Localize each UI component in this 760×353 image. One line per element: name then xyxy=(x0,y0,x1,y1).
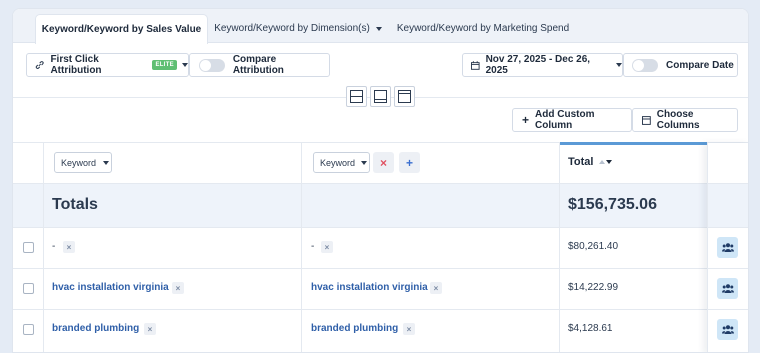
tab-sales-value[interactable]: Keyword/Keyword by Sales Value xyxy=(35,14,208,44)
chevron-down-icon xyxy=(616,63,622,67)
col1-dimension-select[interactable]: Keyword xyxy=(54,152,112,173)
add-custom-column-button[interactable]: + Add Custom Column xyxy=(512,108,632,132)
add-custom-column-label: Add Custom Column xyxy=(535,109,595,131)
totals-label: Totals xyxy=(52,196,98,213)
remove-column-button[interactable]: × xyxy=(373,152,394,173)
close-icon: × xyxy=(175,283,181,293)
layout-switcher xyxy=(346,86,415,107)
remove-filter-button[interactable]: × xyxy=(172,282,184,294)
chevron-down-icon xyxy=(361,160,368,165)
col2-dimension-select[interactable]: Keyword xyxy=(313,152,370,173)
row-checkbox[interactable] xyxy=(23,283,34,294)
divider xyxy=(43,183,44,227)
layout-top-panel-button[interactable] xyxy=(394,86,415,107)
tab-label: Keyword/Keyword by Dimension(s) xyxy=(214,23,370,34)
sorted-column-indicator xyxy=(560,142,707,145)
compare-date-label: Compare Date xyxy=(666,59,734,71)
attribution-dropdown[interactable]: First Click Attribution ELITE xyxy=(26,53,189,77)
totals-value: $156,735.06 xyxy=(568,196,657,213)
total-cell: $80,261.40 xyxy=(568,241,619,252)
tab-label: Keyword/Keyword by Sales Value xyxy=(41,24,202,35)
layout-bottom-panel-button[interactable] xyxy=(370,86,391,107)
chevron-down-icon xyxy=(103,160,110,165)
close-icon: × xyxy=(433,283,439,293)
tab-dimensions[interactable]: Keyword/Keyword by Dimension(s) xyxy=(213,14,383,43)
divider xyxy=(13,268,748,269)
toggle-switch[interactable] xyxy=(199,58,225,72)
keyword-cell[interactable]: - xyxy=(52,241,55,252)
divider xyxy=(559,142,560,352)
divider xyxy=(559,183,560,227)
remove-filter-button[interactable]: × xyxy=(144,323,156,335)
compare-attribution-toggle[interactable]: Compare Attribution xyxy=(189,53,330,77)
choose-columns-label: Choose Columns xyxy=(656,109,700,131)
layout-split-horizontal-button[interactable] xyxy=(346,86,367,107)
keyword-link[interactable]: hvac installation virginia xyxy=(311,282,428,293)
keyword-link[interactable]: branded plumbing xyxy=(311,323,398,334)
close-icon: × xyxy=(147,324,153,334)
chevron-down-icon xyxy=(182,63,188,67)
columns-icon xyxy=(642,115,651,125)
attribution-label: First Click Attribution xyxy=(50,54,102,76)
chevron-down-icon xyxy=(375,26,382,31)
elite-badge: ELITE xyxy=(152,60,177,70)
bottom-panel-icon xyxy=(374,90,387,103)
select-value: Keyword xyxy=(320,157,356,168)
split-horizontal-icon xyxy=(350,90,363,103)
tab-bar: Keyword/Keyword by Sales Value Keyword/K… xyxy=(13,9,748,44)
divider xyxy=(13,183,748,184)
divider xyxy=(13,227,748,228)
divider xyxy=(301,183,302,227)
report-panel: Keyword/Keyword by Sales Value Keyword/K… xyxy=(12,8,749,353)
date-range-text: Nov 27, 2025 - Dec 26, 2025 xyxy=(485,54,591,76)
divider xyxy=(43,142,44,352)
total-cell: $4,128.61 xyxy=(568,323,613,334)
date-range-picker[interactable]: Nov 27, 2025 - Dec 26, 2025 xyxy=(462,53,623,77)
sticky-column-shadow xyxy=(707,143,748,352)
add-column-button[interactable]: + xyxy=(399,152,420,173)
total-cell: $14,222.99 xyxy=(568,282,619,293)
close-icon: × xyxy=(66,242,72,252)
compare-date-toggle[interactable]: Compare Date xyxy=(623,53,738,77)
close-icon: × xyxy=(379,155,387,170)
total-column-header[interactable]: Total xyxy=(568,156,613,168)
toggle-switch[interactable] xyxy=(632,58,658,72)
sort-icon xyxy=(599,160,613,164)
divider xyxy=(13,309,748,310)
close-icon: × xyxy=(324,242,330,252)
plus-icon: + xyxy=(522,113,530,127)
compare-attribution-label: Compare Attribution xyxy=(232,54,284,76)
row-checkbox[interactable] xyxy=(23,242,34,253)
select-value: Keyword xyxy=(61,157,97,168)
choose-columns-button[interactable]: Choose Columns xyxy=(632,108,738,132)
total-header-label: Total xyxy=(568,156,594,168)
row-checkbox[interactable] xyxy=(23,324,34,335)
tab-marketing-spend[interactable]: Keyword/Keyword by Marketing Spend xyxy=(393,14,573,43)
tab-label: Keyword/Keyword by Marketing Spend xyxy=(396,23,570,34)
plus-icon: + xyxy=(405,155,413,170)
remove-filter-button[interactable]: × xyxy=(321,241,333,253)
remove-filter-button[interactable]: × xyxy=(403,323,415,335)
close-icon: × xyxy=(406,324,412,334)
calendar-icon xyxy=(471,60,480,70)
divider xyxy=(301,142,302,352)
link-icon xyxy=(35,61,44,69)
remove-filter-button[interactable]: × xyxy=(63,241,75,253)
top-panel-icon xyxy=(398,90,411,103)
keyword-link[interactable]: hvac installation virginia xyxy=(52,282,169,293)
keyword-link[interactable]: branded plumbing xyxy=(52,323,139,334)
keyword-cell[interactable]: - xyxy=(311,241,314,252)
remove-filter-button[interactable]: × xyxy=(430,282,442,294)
